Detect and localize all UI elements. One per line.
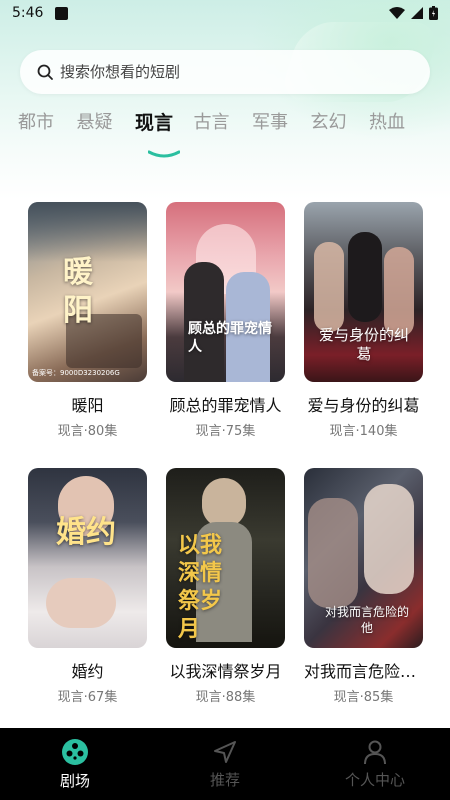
status-bar: 5:46 — [0, 0, 450, 26]
drama-grid: 暖阳 备案号：9000D3230206G 暖阳 现言·80集 顾总的罪宠情人 顾… — [28, 202, 424, 734]
drama-title: 暖阳 — [71, 396, 104, 415]
bottom-navigation: 剧场 推荐 个人中心 — [0, 728, 450, 800]
tab-rexue[interactable]: 热血 — [369, 108, 428, 138]
drama-title: 以我深情祭岁月 — [169, 662, 282, 681]
battery-icon — [429, 6, 438, 20]
drama-title: 对我而言危险的他 — [304, 662, 423, 681]
nav-label: 剧场 — [59, 771, 90, 790]
drama-title: 婚约 — [71, 662, 104, 681]
drama-meta: 现言·67集 — [57, 690, 118, 705]
film-reel-icon — [62, 738, 88, 765]
drama-card[interactable]: 以我深情祭岁月 以我深情祭岁月 现言·88集 — [166, 468, 285, 734]
cover-title-text: 暖阳 — [63, 255, 93, 328]
nav-label: 个人中心 — [344, 770, 405, 789]
signal-icon — [411, 7, 423, 19]
person-icon — [364, 740, 386, 764]
cover-title-text: 爱与身份的纠葛 — [318, 326, 409, 363]
drama-cover[interactable]: 爱与身份的纠葛 — [304, 202, 423, 382]
search-bar[interactable] — [20, 50, 430, 94]
tab-xuanyi[interactable]: 悬疑 — [77, 108, 136, 138]
wifi-icon — [389, 7, 405, 19]
drama-card[interactable]: 婚约 婚约 现言·67集 — [28, 468, 147, 734]
tab-xianyan[interactable]: 现言 — [135, 108, 194, 138]
cover-title-text: 顾总的罪宠情人 — [188, 321, 272, 355]
drama-cover[interactable]: 对我而言危险的他 — [304, 468, 423, 648]
drama-cover[interactable]: 暖阳 备案号：9000D3230206G — [28, 202, 147, 382]
drama-card[interactable]: 暖阳 备案号：9000D3230206G 暖阳 现言·80集 — [28, 202, 147, 468]
search-icon — [37, 64, 53, 80]
drama-card[interactable]: 顾总的罪宠情人 顾总的罪宠情人 现言·75集 — [166, 202, 285, 468]
drama-title: 爱与身份的纠葛 — [307, 396, 420, 415]
cover-title-text: 婚约 — [56, 515, 116, 550]
active-tab-indicator — [148, 150, 180, 158]
drama-cover[interactable]: 婚约 — [28, 468, 147, 648]
drama-cover[interactable]: 顾总的罪宠情人 — [166, 202, 285, 382]
tab-guyan[interactable]: 古言 — [194, 108, 253, 138]
tab-dushi[interactable]: 都市 — [18, 108, 77, 138]
drama-cover[interactable]: 以我深情祭岁月 — [166, 468, 285, 648]
drama-meta: 现言·80集 — [57, 424, 118, 439]
drama-card[interactable]: 爱与身份的纠葛 爱与身份的纠葛 现言·140集 — [304, 202, 423, 468]
header-background — [0, 0, 450, 200]
nav-label: 推荐 — [209, 770, 240, 789]
drama-card[interactable]: 对我而言危险的他 对我而言危险的他 现言·85集 — [304, 468, 423, 734]
tab-junshi[interactable]: 军事 — [252, 108, 311, 138]
drama-meta: 现言·75集 — [195, 424, 256, 439]
cover-title-text: 以我深情祭岁月 — [178, 533, 223, 642]
cover-caption: 备案号：9000D3230206G — [32, 369, 120, 377]
drama-title: 顾总的罪宠情人 — [169, 396, 282, 415]
category-tabs: 都市 悬疑 现言 古言 军事 玄幻 热血 — [18, 108, 438, 138]
tab-xuanhuan[interactable]: 玄幻 — [311, 108, 370, 138]
drama-meta: 现言·85集 — [333, 690, 394, 705]
cover-title-text: 对我而言危险的他 — [324, 605, 409, 635]
nav-profile[interactable]: 个人中心 — [300, 728, 450, 800]
drama-meta: 现言·88集 — [195, 690, 256, 705]
notification-icon — [55, 6, 69, 20]
drama-meta: 现言·140集 — [329, 424, 398, 439]
nav-theater[interactable]: 剧场 — [0, 728, 150, 800]
nav-recommend[interactable]: 推荐 — [150, 728, 300, 800]
send-arrow-icon — [214, 740, 236, 763]
search-input[interactable] — [60, 63, 400, 81]
status-time: 5:46 — [12, 5, 44, 21]
